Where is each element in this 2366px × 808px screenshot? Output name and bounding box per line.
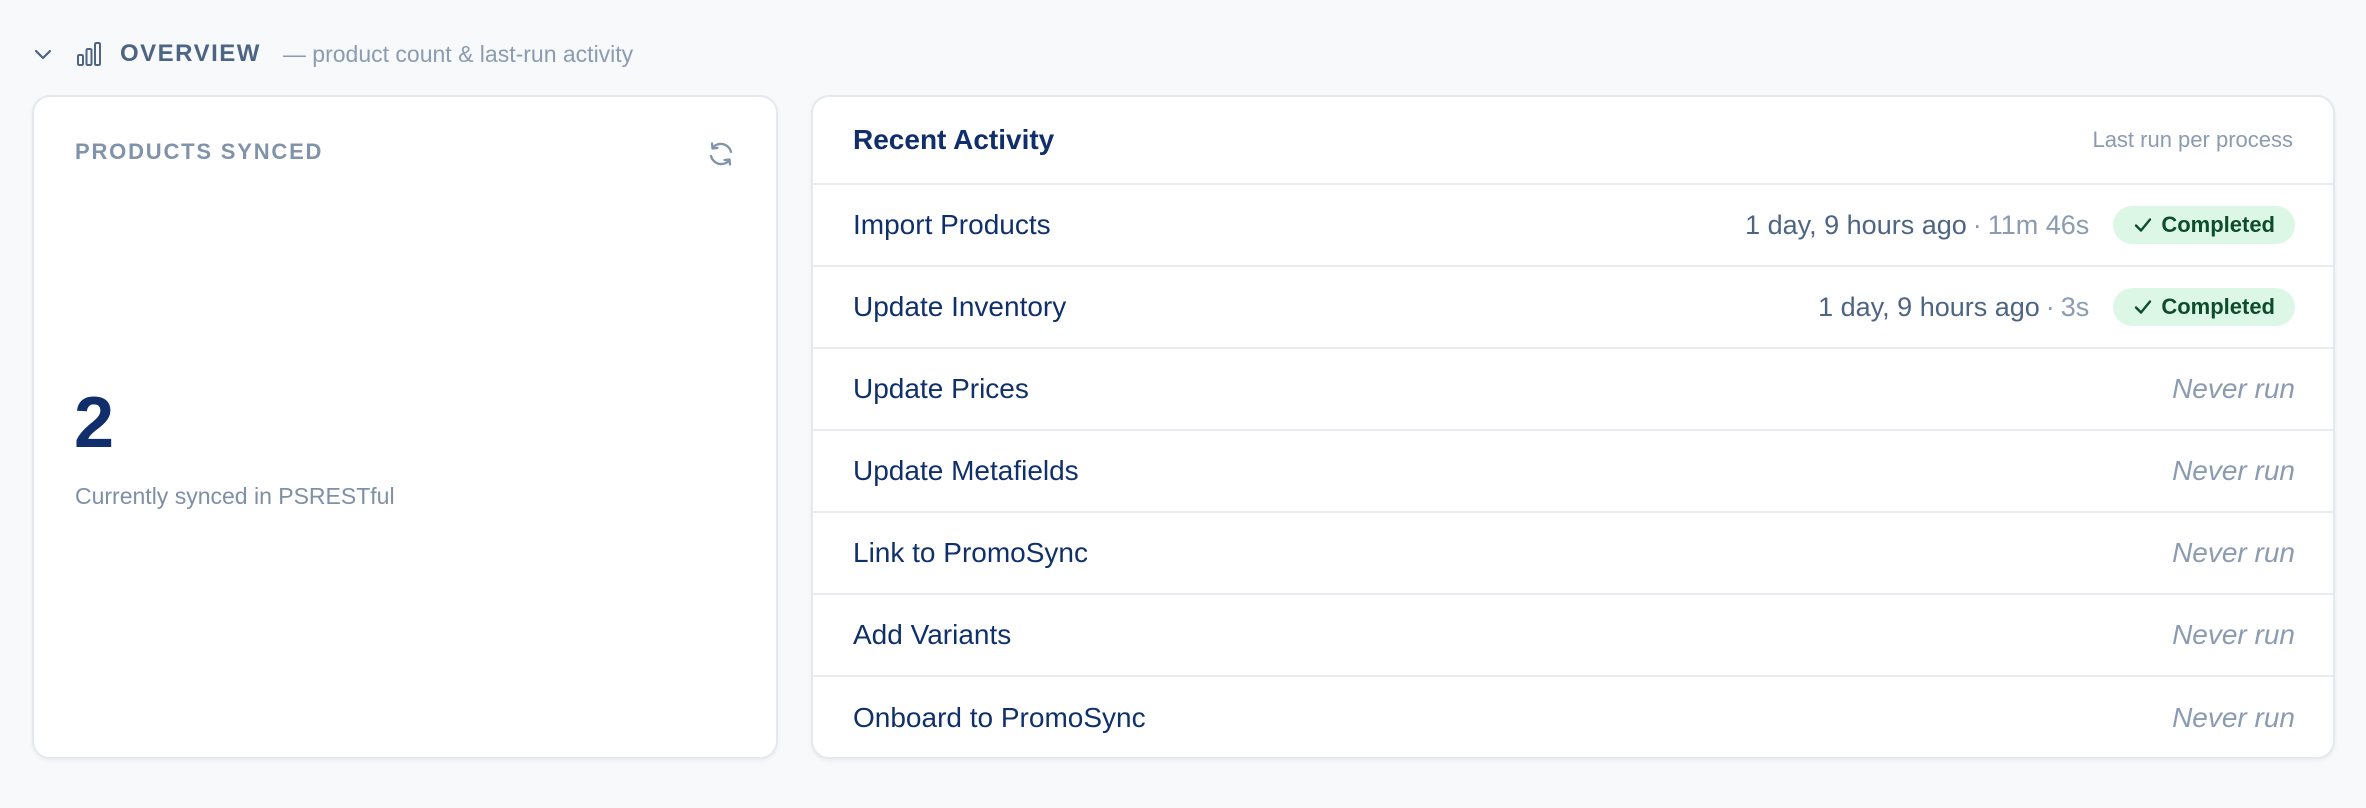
separator-dot: ·: [2045, 291, 2055, 322]
chevron-down-icon[interactable]: [30, 41, 56, 67]
recent-activity-title: Recent Activity: [853, 124, 1055, 155]
overview-subtitle: — product count & last-run activity: [282, 40, 634, 67]
products-synced-card: PRODUCTS SYNCED 2 Currently synced in PS…: [32, 95, 778, 759]
status-badge-label: Completed: [2161, 212, 2275, 237]
activity-row-update-prices[interactable]: Update Prices Never run: [813, 349, 2333, 431]
process-status-group: 1 day, 9 hours ago · 11m 46s Completed: [1745, 206, 2295, 244]
last-run-time: 1 day, 9 hours ago: [1745, 209, 1967, 240]
check-icon: [2135, 300, 2152, 314]
activity-row-update-inventory[interactable]: Update Inventory 1 day, 9 hours ago · 3s…: [813, 267, 2333, 349]
never-run-label: Never run: [2172, 373, 2295, 404]
last-run-time: 1 day, 9 hours ago: [1818, 291, 2040, 322]
products-caption: Currently synced in PSRESTful: [75, 483, 395, 509]
process-name: Update Inventory: [853, 291, 1067, 322]
activity-row-add-variants[interactable]: Add Variants Never run: [813, 595, 2333, 677]
products-count: 2: [74, 383, 115, 463]
activity-row-import-products[interactable]: Import Products 1 day, 9 hours ago · 11m…: [813, 185, 2333, 267]
bar-chart-icon: [74, 39, 104, 69]
never-run-label: Never run: [2172, 619, 2295, 650]
never-run-label: Never run: [2172, 537, 2295, 568]
overview-header: OVERVIEW — product count & last-run acti…: [30, 34, 633, 74]
recent-activity-header: Recent Activity Last run per process: [813, 97, 2333, 185]
run-duration: 11m 46s: [1987, 209, 2090, 240]
activity-row-update-metafields[interactable]: Update Metafields Never run: [813, 431, 2333, 513]
never-run-label: Never run: [2172, 455, 2295, 486]
never-run-label: Never run: [2172, 702, 2295, 733]
refresh-icon[interactable]: [704, 137, 738, 171]
process-name: Update Metafields: [853, 455, 1079, 486]
status-badge: Completed: [2113, 206, 2295, 244]
run-duration: 3s: [2060, 291, 2090, 322]
process-name: Import Products: [853, 209, 1051, 240]
check-icon: [2135, 218, 2152, 232]
separator-dot: ·: [1972, 209, 1982, 240]
overview-title: OVERVIEW: [120, 40, 261, 67]
process-name: Onboard to PromoSync: [853, 702, 1146, 733]
process-name: Update Prices: [853, 373, 1029, 404]
process-name: Link to PromoSync: [853, 537, 1088, 568]
activity-row-onboard-to-promosync[interactable]: Onboard to PromoSync Never run: [813, 677, 2333, 757]
status-badge-label: Completed: [2161, 294, 2275, 319]
process-status-group: 1 day, 9 hours ago · 3s Completed: [1818, 288, 2295, 326]
products-synced-label: PRODUCTS SYNCED: [75, 139, 324, 164]
status-badge: Completed: [2113, 288, 2295, 326]
recent-activity-card: Recent Activity Last run per process Imp…: [811, 95, 2335, 759]
recent-activity-hint: Last run per process: [2092, 127, 2293, 152]
process-name: Add Variants: [853, 619, 1012, 650]
activity-row-link-to-promosync[interactable]: Link to PromoSync Never run: [813, 513, 2333, 595]
